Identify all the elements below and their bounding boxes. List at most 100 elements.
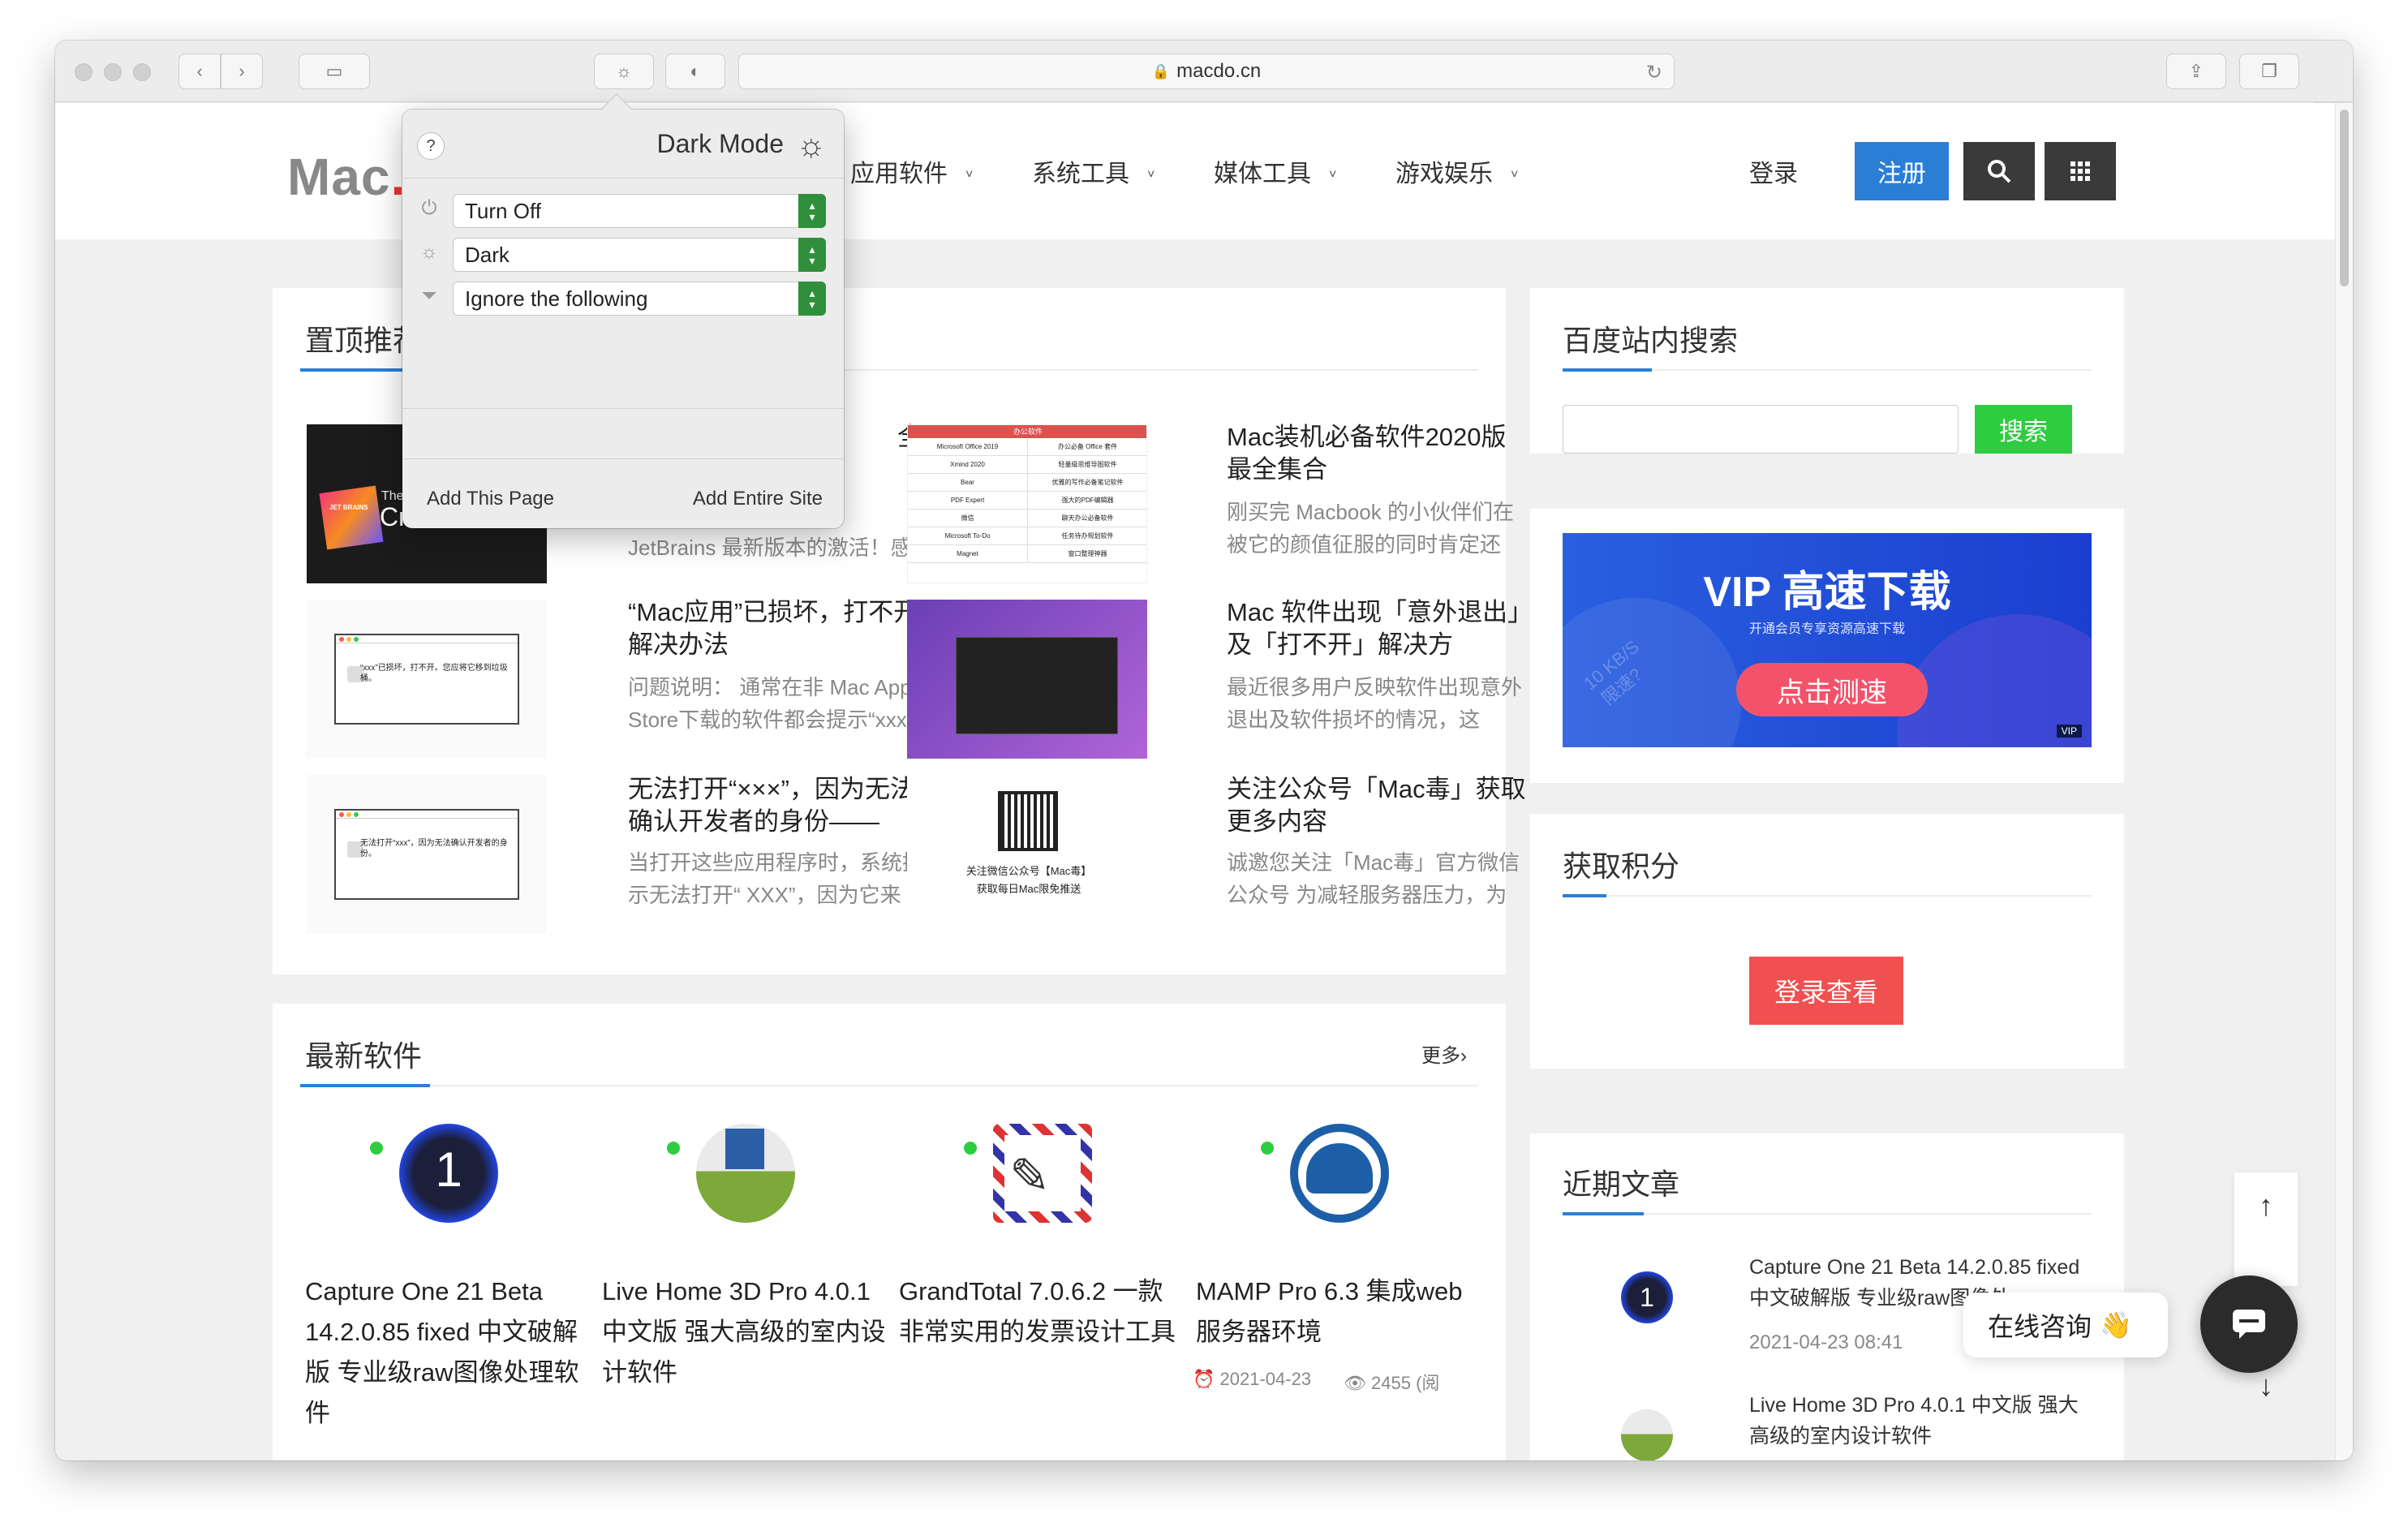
nav-item-games[interactable]: 游戏娱乐 ˅: [1395, 153, 1518, 189]
scrollbar-thumb[interactable]: [2340, 110, 2349, 286]
page-scrollbar[interactable]: [2335, 103, 2353, 1460]
mamp-icon[interactable]: [1290, 1124, 1389, 1223]
vip-banner[interactable]: VIP 高速下载 开通会员专享资源高速下载 10 KB/S 限速? 点击测速 V…: [1563, 533, 2092, 747]
share-button[interactable]: ⇪: [2166, 54, 2226, 89]
software-title[interactable]: GrandTotal 7.0.6.2 一款非常实用的发票设计工具: [899, 1271, 1183, 1353]
speed-test-button[interactable]: 点击测速: [1736, 663, 1928, 716]
article-title[interactable]: 无法打开“×××”，因为无法确认开发者的身份——: [628, 773, 931, 838]
article-title[interactable]: Mac 软件出现「意外退出」及「打不开」解决方: [1227, 596, 1530, 661]
sidebar-toggle-button[interactable]: ▭: [299, 54, 370, 89]
browser-window: ‹ › ▭ ☼ ◐ 🔒 macdo.cn ↻ ⇪ ❐ + Mac. 应用软件˅ …: [55, 41, 2353, 1460]
site-search-button[interactable]: 搜索: [1975, 405, 2072, 454]
live-home-thumb-icon[interactable]: [1621, 1409, 1673, 1460]
online-consult-button[interactable]: 在线咨询 👋: [1963, 1293, 2168, 1357]
capture-one-thumb-icon[interactable]: 1: [1621, 1271, 1673, 1323]
site-search-input[interactable]: [1563, 405, 1959, 454]
register-button[interactable]: 注册: [1855, 142, 1949, 200]
chevron-down-icon: ˅: [965, 168, 974, 183]
article-thumbnail-wechat[interactable]: 关注微信公众号【Mac毒】 获取每日Mac限免推送: [907, 775, 1147, 934]
dialog-dot: [346, 637, 351, 642]
address-bar[interactable]: 🔒 macdo.cn ↻: [738, 54, 1675, 89]
live-home-3d-icon[interactable]: [696, 1124, 795, 1223]
dark-mode-extension-button[interactable]: ☼: [594, 54, 654, 89]
minimize-window-button[interactable]: [104, 63, 122, 81]
chevron-down-icon: ˅: [1511, 168, 1519, 183]
grid-icon: [2070, 161, 2090, 181]
filter-select[interactable]: Ignore the following ▴ ▾: [453, 282, 826, 316]
shield-icon: ◐: [690, 61, 701, 81]
mode-select-value: Dark: [465, 243, 510, 267]
scroll-controls: ↑: [2234, 1172, 2298, 1286]
vip-subtitle: 开通会员专享资源高速下载: [1748, 622, 1905, 636]
table-cell: 聊天办公必备软件: [1028, 510, 1146, 527]
login-link[interactable]: 登录: [1749, 153, 1798, 189]
help-button[interactable]: ?: [417, 132, 445, 160]
search-widget-title: 百度站内搜索: [1563, 324, 1739, 357]
privacy-extension-button[interactable]: ◐: [665, 54, 725, 89]
software-title[interactable]: Capture One 21 Beta 14.2.0.85 fixed 中文破解…: [305, 1271, 589, 1434]
chat-open-button[interactable]: [2200, 1275, 2298, 1373]
jetbrains-logo: [319, 485, 384, 550]
article-title[interactable]: Mac装机必备软件2020版最全集合: [1227, 421, 1530, 486]
chat-label: 在线咨询: [1988, 1312, 2092, 1341]
add-entire-site-button[interactable]: Add Entire Site: [693, 488, 823, 510]
status-dot: [964, 1142, 977, 1155]
arrow-up-icon[interactable]: ↑: [2234, 1189, 2298, 1223]
reload-icon[interactable]: ↻: [1646, 61, 1662, 84]
article-desc: 诚邀您关注「Mac毒」官方微信公众号 为减轻服务器压力，为: [1227, 850, 1520, 907]
search-widget: 百度站内搜索 搜索: [1530, 288, 2124, 454]
zoom-window-button[interactable]: [133, 63, 151, 81]
browser-toolbar: ‹ › ▭ ☼ ◐ 🔒 macdo.cn ↻ ⇪ ❐: [55, 41, 2353, 102]
table-head: 办公软件: [908, 425, 1146, 438]
software-title[interactable]: Live Home 3D Pro 4.0.1 中文版 强大高级的室内设计软件: [602, 1271, 886, 1393]
article-thumbnail-software-list[interactable]: 办公软件 Microsoft Office 2019 办公必备 Office 套件…: [907, 424, 1147, 583]
nav-label: 系统工具: [1032, 161, 1129, 187]
capture-one-glyph: 1: [435, 1142, 462, 1197]
status-dot: [667, 1142, 680, 1155]
article-title[interactable]: “Mac应用”已损坏，打不开解决办法: [628, 596, 931, 661]
search-button[interactable]: [1963, 142, 2035, 200]
add-this-page-button[interactable]: Add This Page: [427, 488, 554, 510]
article-thumbnail-unverified[interactable]: 无法打开“xxx”，因为无法确认开发者的身份。: [307, 775, 547, 934]
article-desc: 刚买完 Macbook 的小伙伴们在被它的颜值征服的同时肯定还: [1227, 500, 1514, 557]
damaged-dialog-image: “xxx”已损坏，打不开。您应将它移到垃圾桶。: [334, 634, 519, 725]
sun-icon[interactable]: ☼: [796, 127, 826, 164]
more-link[interactable]: 更多›: [1421, 1039, 1467, 1068]
power-select[interactable]: Turn Off ▴ ▾: [453, 194, 826, 228]
grandtotal-icon[interactable]: ✎: [993, 1124, 1092, 1223]
filter-icon: ⏷: [421, 285, 437, 307]
article-desc: JetBrains 最新版本的激活！感: [628, 536, 912, 560]
vip-title: VIP 高速下载: [1703, 569, 1951, 616]
tabs-overview-button[interactable]: ❐: [2239, 54, 2299, 89]
card-divider: [1563, 368, 2092, 372]
article-thumbnail-crash[interactable]: [907, 600, 1147, 759]
divider-accent: [1563, 894, 1606, 897]
card-divider: [1563, 1212, 2092, 1215]
software-title[interactable]: MAMP Pro 6.3 集成web服务器环境: [1196, 1271, 1480, 1353]
arrow-down-icon[interactable]: ↓: [2234, 1369, 2298, 1403]
mode-select[interactable]: Dark ▴ ▾: [453, 238, 826, 272]
dialog-dot: [354, 812, 359, 817]
recent-post-title[interactable]: Live Home 3D Pro 4.0.1 中文版 强大高级的室内设计软件: [1749, 1390, 2090, 1452]
chevron-right-icon: ›: [239, 61, 245, 81]
back-button[interactable]: ‹: [178, 54, 221, 89]
close-window-button[interactable]: [75, 63, 92, 81]
dialog-titlebar: [336, 635, 518, 643]
nav-item-system-tools[interactable]: 系统工具 ˅: [1032, 153, 1155, 189]
nav-item-apps[interactable]: 应用软件 ˅: [850, 153, 973, 189]
card-divider: [300, 1084, 1478, 1087]
power-icon: ⏻: [421, 197, 437, 219]
login-view-button[interactable]: 登录查看: [1749, 957, 1903, 1025]
table-cell: 强大的PDF编辑器: [1028, 492, 1146, 509]
nav-label: 应用软件: [850, 161, 948, 187]
popover-separator: [402, 458, 844, 459]
nav-item-media-tools[interactable]: 媒体工具 ˅: [1214, 153, 1336, 189]
article-title[interactable]: 关注公众号「Mac毒」获取更多内容: [1227, 773, 1530, 838]
site-logo[interactable]: Mac.: [287, 147, 406, 207]
forward-button[interactable]: ›: [221, 54, 263, 89]
dialog-text: 无法打开“xxx”，因为无法确认开发者的身份。: [360, 839, 508, 858]
apps-grid-button[interactable]: [2045, 142, 2116, 200]
capture-one-icon[interactable]: 1: [399, 1124, 498, 1223]
article-thumbnail-damaged[interactable]: “xxx”已损坏，打不开。您应将它移到垃圾桶。: [307, 600, 547, 759]
nav-label: 游戏娱乐: [1395, 161, 1493, 187]
